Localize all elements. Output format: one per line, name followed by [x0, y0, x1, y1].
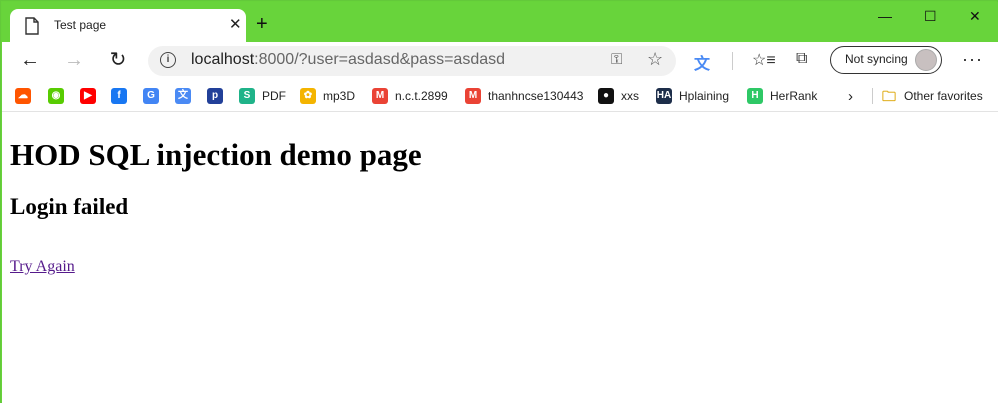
facebook-icon: f [111, 88, 127, 104]
login-status: Login failed [10, 194, 129, 219]
minimize-icon[interactable]: — [878, 8, 892, 24]
forward-icon[interactable]: → [62, 48, 86, 72]
tab-title: Test page [54, 18, 107, 32]
url-text[interactable]: localhost:8000/?user=asdasd&pass=asdasd [191, 51, 505, 69]
pandora-icon: p [207, 88, 223, 104]
favorites-bar: ☁ ◉ ▶ f G 文 p S PDF ✿ mp3D Mn.c.t.2899 Mthanhncse130… [2, 80, 998, 112]
google-icon: G [143, 88, 159, 104]
profile-button[interactable]: Not syncing [830, 46, 942, 74]
github-xxs-bookmark[interactable]: ● xxs [598, 87, 639, 105]
site-info-icon[interactable]: i [160, 52, 176, 68]
new-tab-icon[interactable]: + [256, 14, 268, 34]
github-xxs-icon: ● [598, 88, 614, 104]
youtube-bookmark[interactable]: ▶ [80, 87, 96, 105]
bookmark-label: xxs [621, 89, 639, 103]
refresh-icon[interactable]: ↻ [106, 48, 130, 72]
back-icon[interactable]: ← [18, 48, 42, 72]
maximize-icon[interactable]: ☐ [924, 8, 937, 25]
browser-window: Test page ✕ + — ☐ ✕ ← → ↻ i localhost:80… [0, 0, 998, 403]
bookmark-label: mp3D [323, 89, 356, 103]
herrank-bookmark[interactable]: H HerRank [747, 87, 817, 105]
duolingo-icon: ◉ [48, 88, 64, 104]
gmail-nct-bookmark[interactable]: Mn.c.t.2899 [372, 87, 448, 105]
page-content: HOD SQL injection demo page Login failed… [2, 112, 998, 403]
favorites-divider [872, 88, 873, 104]
mp3d-icon: ✿ [300, 88, 316, 104]
other-favorites-folder[interactable]: 🗀 Other favorites [881, 87, 983, 105]
herrank-icon: H [747, 88, 763, 104]
folder-icon: 🗀 [882, 88, 896, 104]
bookmark-label: HerRank [770, 89, 818, 103]
favorite-star-icon[interactable]: ☆ [647, 49, 663, 70]
bookmark-label: PDF [262, 89, 286, 103]
duolingo-bookmark[interactable]: ◉ [48, 87, 64, 105]
more-favorites-chevron-icon[interactable]: › [848, 87, 853, 105]
close-tab-icon[interactable]: ✕ [229, 15, 242, 33]
collections-icon[interactable]: ⧉ [796, 50, 807, 68]
google-translate-bookmark[interactable]: 文 [175, 87, 191, 105]
pdf-bookmark[interactable]: S PDF [239, 87, 286, 105]
url-host: localhost [191, 51, 255, 68]
soundcloud-icon: ☁ [15, 88, 31, 104]
more-options-icon[interactable]: ··· [962, 49, 983, 70]
hplaining-icon: HA [656, 88, 672, 104]
gmail-thanh-bookmark[interactable]: Mthanhncse130443 [465, 87, 583, 105]
facebook-bookmark[interactable]: f [111, 87, 127, 105]
pandora-bookmark[interactable]: p [207, 87, 223, 105]
toolbar-divider [732, 52, 733, 70]
favorites-icon[interactable]: ☆≡ [752, 50, 776, 70]
mp3d-bookmark[interactable]: ✿ mp3D [300, 87, 355, 105]
gmail-nct-icon: M [372, 88, 388, 104]
other-favorites-label: Other favorites [904, 89, 983, 103]
try-again-link[interactable]: Try Again [10, 258, 75, 276]
youtube-icon: ▶ [80, 88, 96, 104]
address-bar[interactable]: i localhost:8000/?user=asdasd&pass=asdas… [148, 46, 676, 76]
soundcloud-bookmark[interactable]: ☁ [15, 87, 31, 105]
url-path: :8000/?user=asdasd&pass=asdasd [254, 51, 506, 68]
bookmark-label: Hplaining [679, 89, 730, 103]
google-bookmark[interactable]: G [143, 87, 159, 105]
key-icon[interactable]: ⚿ [611, 51, 622, 68]
translate-icon[interactable]: 文 [694, 50, 710, 74]
sync-status-label: Not syncing [845, 52, 908, 66]
browser-tab[interactable]: Test page ✕ [10, 9, 246, 43]
pdf-icon: S [239, 88, 255, 104]
avatar [915, 49, 937, 71]
google-translate-icon: 文 [175, 88, 191, 104]
close-window-icon[interactable]: ✕ [969, 8, 981, 25]
bookmark-label: n.c.t.2899 [395, 89, 448, 103]
page-heading: HOD SQL injection demo page [10, 137, 422, 172]
page-icon [24, 17, 40, 35]
gmail-thanh-icon: M [465, 88, 481, 104]
bookmark-label: thanhncse130443 [488, 89, 584, 103]
hplaining-bookmark[interactable]: HA Hplaining [656, 87, 729, 105]
title-bar: Test page ✕ + — ☐ ✕ [2, 2, 998, 43]
navigation-bar: ← → ↻ i localhost:8000/?user=asdasd&pass… [2, 42, 998, 80]
